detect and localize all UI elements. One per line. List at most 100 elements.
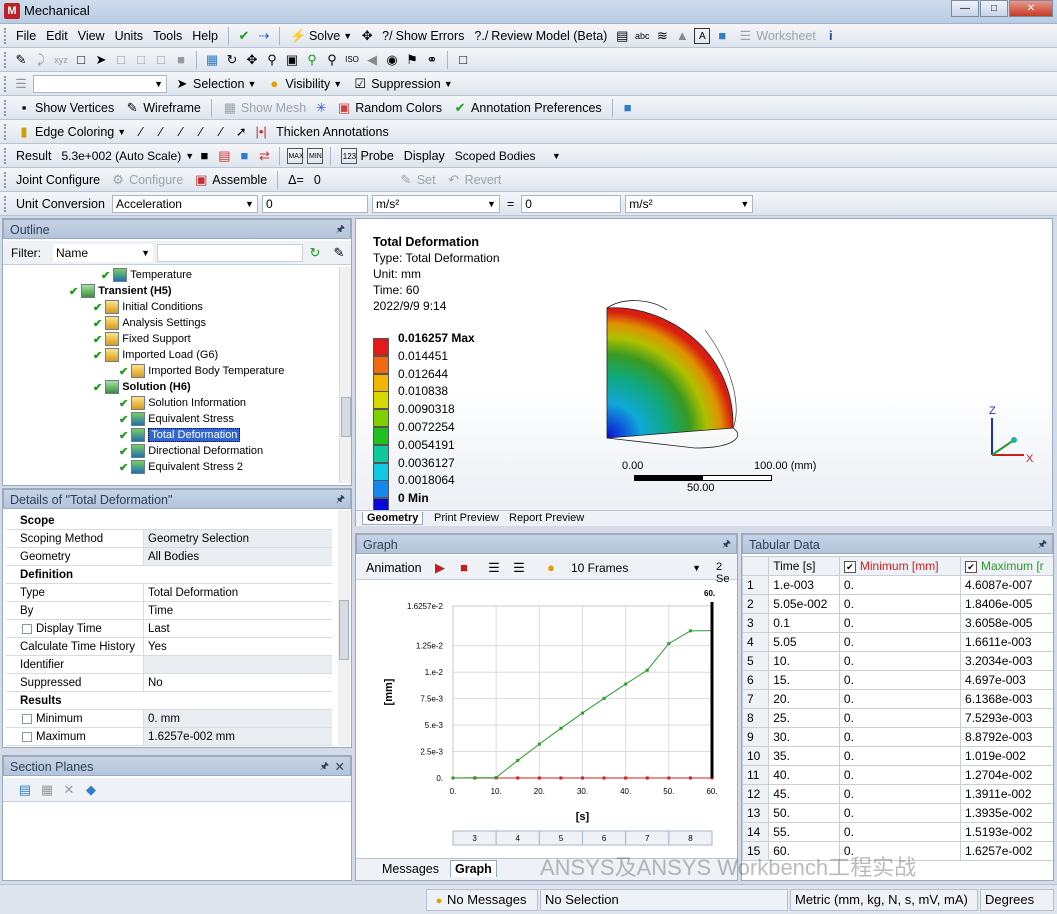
edge-style-1-icon[interactable]: ∕ <box>133 124 149 140</box>
table-header-cell[interactable]: ✔ Maximum [r <box>960 556 1053 576</box>
table-row[interactable]: 3 0.1 0. 3.6058e-005 <box>742 613 1053 633</box>
tab-geometry[interactable]: Geometry <box>362 512 424 525</box>
zoom-fit-icon[interactable]: ⚲ <box>304 52 320 68</box>
table-row[interactable]: 2 5.05e-002 0. 1.8406e-005 <box>742 594 1053 614</box>
viewport-icon[interactable]: □ <box>455 52 471 68</box>
assemble-button[interactable]: ▣ Assemble <box>190 171 270 189</box>
edge-style-4-icon[interactable]: ∕ <box>193 124 209 140</box>
set-button[interactable]: ✎ Set <box>395 171 439 189</box>
tree-item[interactable]: ✔ Fixed Support <box>93 331 191 347</box>
play-icon[interactable]: ▶ <box>432 560 448 576</box>
visibility-button[interactable]: ● Visibility ▼ <box>263 75 345 93</box>
edge-style-3-icon[interactable]: ∕ <box>173 124 189 140</box>
table-row[interactable]: 1 1.e-003 0. 4.6087e-007 <box>742 575 1053 595</box>
details-pin-icon[interactable]: 🖈 <box>336 490 345 510</box>
identifier-row[interactable]: Identifier <box>6 656 332 674</box>
minimum-row[interactable]: Minimum 0. mm <box>6 710 332 728</box>
column-checkbox[interactable]: ✔ <box>843 561 856 573</box>
edit-section-icon[interactable]: ▦ <box>39 782 55 798</box>
tree-item[interactable]: ✔ Equivalent Stress <box>119 411 234 427</box>
tree-item[interactable]: ✔ Solution (H6) <box>93 379 191 395</box>
abc-icon[interactable]: abc <box>634 28 650 44</box>
menu-units[interactable]: Units <box>112 28 146 44</box>
tab-messages[interactable]: Messages <box>382 862 439 876</box>
link-icon[interactable]: ⇢ <box>256 28 272 44</box>
tree-item[interactable]: ✔ Equivalent Stress 2 <box>119 459 243 475</box>
close-window-button[interactable]: ✕ <box>1009 0 1053 17</box>
named-selection-combo[interactable]: ▼ <box>33 74 167 93</box>
tree-item[interactable]: ✔ Analysis Settings <box>93 315 206 331</box>
maximum-checkbox[interactable] <box>22 731 32 742</box>
scoping-method-row[interactable]: Scoping Method Geometry Selection <box>6 530 332 548</box>
bulb-icon[interactable]: ● <box>543 560 559 576</box>
table-row[interactable]: 8 25. 0. 7.5293e-003 <box>742 708 1053 728</box>
table-row[interactable]: 4 5.05 0. 1.6611e-003 <box>742 632 1053 652</box>
tree-item[interactable]: ✔ Transient (H5) <box>69 283 172 299</box>
table-row[interactable]: 11 40. 0. 1.2704e-002 <box>742 765 1053 785</box>
tab-report-preview[interactable]: Report Preview <box>509 512 584 524</box>
status-messages[interactable]: ● No Messages <box>426 889 538 911</box>
table-row[interactable]: 13 50. 0. 1.3935e-002 <box>742 803 1053 823</box>
tab-print-preview[interactable]: Print Preview <box>434 512 499 524</box>
solve-button[interactable]: ⚡ Solve ▼ <box>287 27 355 45</box>
tabular-pin-icon[interactable]: 🖈 <box>1038 535 1047 555</box>
delete-section-icon[interactable]: ✕ <box>61 782 77 798</box>
table-header-cell[interactable]: ✔ Minimum [mm] <box>838 556 962 576</box>
display-time-checkbox[interactable] <box>22 623 32 634</box>
rotate-icon[interactable]: ↻ <box>224 52 240 68</box>
box-zoom-icon[interactable]: ▣ <box>284 52 300 68</box>
show-errors-button[interactable]: ?/Show Errors <box>379 28 467 44</box>
body-icon[interactable]: ■ <box>173 52 189 68</box>
display-time-row[interactable]: Display Time Last <box>6 620 332 638</box>
edge-icon[interactable]: □ <box>133 52 149 68</box>
filter-input[interactable] <box>157 244 303 262</box>
frames-icon[interactable]: ☰ <box>486 560 502 576</box>
contour-icon[interactable]: ▤ <box>216 148 232 164</box>
probe-button[interactable]: 123 Probe <box>338 147 396 165</box>
section-view-icon[interactable]: ◆ <box>83 782 99 798</box>
star-icon[interactable]: ✳ <box>313 100 329 116</box>
tree-item[interactable]: ✔ Initial Conditions <box>93 299 203 315</box>
cube-icon[interactable]: ■ <box>620 100 636 116</box>
edge-style-2-icon[interactable]: ∕ <box>153 124 169 140</box>
table-row[interactable]: 9 30. 0. 8.8792e-003 <box>742 727 1053 747</box>
definition-section[interactable]: Definition <box>6 566 332 584</box>
tab-graph[interactable]: Graph <box>450 860 497 877</box>
min-icon[interactable]: MIN <box>307 147 324 164</box>
quantity-combo[interactable]: Acceleration ▼ <box>111 194 258 213</box>
scope-section[interactable]: Scope <box>6 512 332 530</box>
table-row[interactable]: 7 20. 0. 6.1368e-003 <box>742 689 1053 709</box>
info-icon[interactable]: i <box>823 28 839 44</box>
status-degrees[interactable]: Degrees <box>980 889 1054 911</box>
paperclip-icon[interactable]: ⚭ <box>424 52 440 68</box>
select-box-icon[interactable]: □ <box>73 52 89 68</box>
annotation-prefs-button[interactable]: ✔ Annotation Preferences <box>449 99 605 117</box>
xyz-icon[interactable]: xyz <box>53 52 69 68</box>
calc-history-row[interactable]: Calculate Time History Yes <box>6 638 332 656</box>
type-row[interactable]: Type Total Deformation <box>6 584 332 602</box>
extend-icon[interactable]: ▦ <box>204 52 220 68</box>
table-row[interactable]: 14 55. 0. 1.5193e-002 <box>742 822 1053 842</box>
edge-coloring-button[interactable]: ▮ Edge Coloring ▼ <box>13 123 129 141</box>
stop-icon[interactable]: ■ <box>456 560 472 576</box>
outline-scrollbar[interactable] <box>339 267 351 483</box>
pointer-icon[interactable]: ✎ <box>13 52 29 68</box>
geometry-row[interactable]: Geometry All Bodies <box>6 548 332 566</box>
frames-combo[interactable]: 10 Frames ▼ <box>568 559 704 577</box>
distributed-icon[interactable]: ☰ <box>511 560 527 576</box>
tree-item[interactable]: ✔ Directional Deformation <box>119 443 263 459</box>
move-icon[interactable]: ✥ <box>359 28 375 44</box>
menu-tools[interactable]: Tools <box>150 28 185 44</box>
scale-combo[interactable]: 5.3e+002 (Auto Scale) ▼ <box>58 147 194 165</box>
text-icon[interactable]: A <box>694 27 711 44</box>
tree-item[interactable]: ✔ Imported Load (G6) <box>93 347 218 363</box>
vertex-icon[interactable]: □ <box>113 52 129 68</box>
face-icon[interactable]: □ <box>153 52 169 68</box>
cursor-icon[interactable]: ➤ <box>93 52 109 68</box>
magnifier-icon[interactable]: ⚲ <box>324 52 340 68</box>
cube-color-icon[interactable]: ■ <box>714 28 730 44</box>
refresh-icon[interactable]: ↻ <box>307 245 323 261</box>
pin-icon[interactable]: 🖈 <box>336 220 345 240</box>
minimize-button[interactable]: — <box>951 0 979 17</box>
thicken-icon[interactable]: |•| <box>253 124 269 140</box>
